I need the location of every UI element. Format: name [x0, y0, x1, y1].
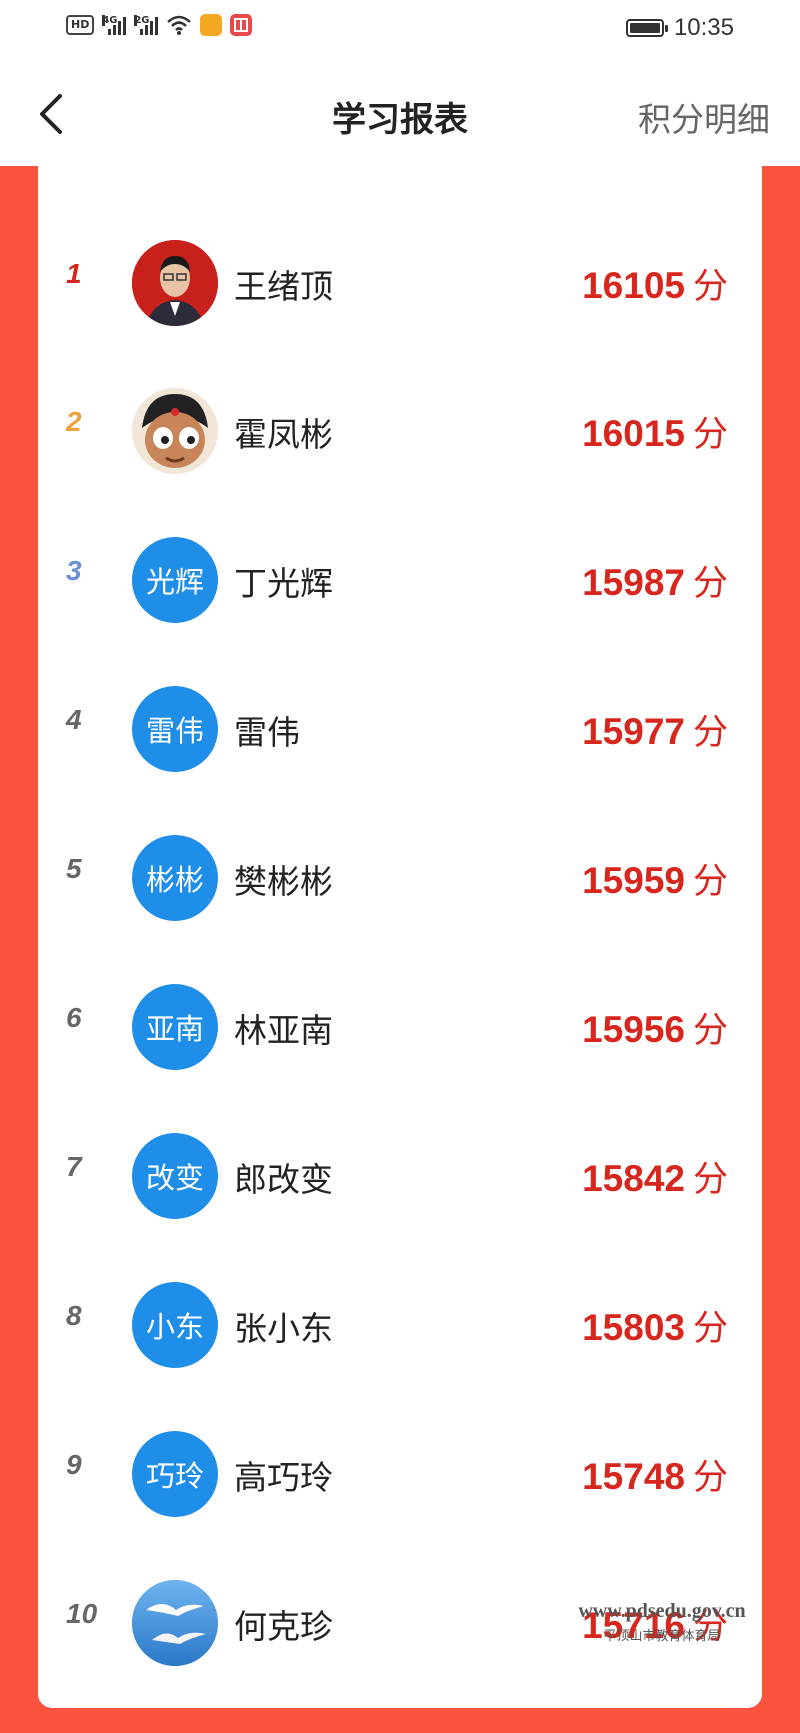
leaderboard-row[interactable]: 8 小东 张小东 15803 分	[38, 1250, 762, 1398]
rank-number: 3	[66, 555, 82, 586]
hd-badge: HD	[66, 15, 95, 35]
wifi-icon	[167, 15, 192, 35]
score-unit: 分	[692, 862, 728, 902]
score-unit: 分	[692, 713, 728, 753]
user-score: 15987 分	[582, 555, 728, 606]
score-value: 15842	[582, 1158, 685, 1199]
score-unit: 分	[692, 1309, 728, 1349]
user-name: 王绪顶	[234, 267, 333, 306]
user-name: 郎改变	[234, 1160, 333, 1199]
user-avatar[interactable]: 改变	[132, 1133, 218, 1219]
user-avatar[interactable]: 巧玲	[132, 1431, 218, 1517]
user-name: 张小东	[234, 1309, 333, 1348]
leaderboard-row[interactable]: 2 霍凤彬 16015 分	[38, 356, 762, 504]
watermark-org: 平顶山市教育体育局	[603, 1629, 721, 1644]
user-name: 林亚南	[234, 1011, 333, 1050]
clock: 10:35	[673, 14, 734, 41]
leaderboard-row[interactable]: 3 光辉 丁光辉 15987 分	[38, 505, 762, 653]
user-score: 15959 分	[582, 853, 728, 904]
rank-number: 10	[66, 1598, 98, 1629]
rank-number: 2	[66, 406, 82, 437]
user-score: 15977 分	[582, 704, 728, 755]
user-name: 霍凤彬	[234, 415, 333, 454]
score-value: 15748	[582, 1456, 685, 1497]
user-avatar[interactable]: 雷伟	[132, 686, 218, 772]
score-value: 16105	[582, 265, 685, 306]
user-score: 15956 分	[582, 1002, 728, 1053]
book-app-icon	[230, 14, 253, 36]
leaderboard-row[interactable]: 7 改变 郎改变 15842 分	[38, 1101, 762, 1249]
user-name: 何克珍	[234, 1607, 333, 1646]
score-value: 15803	[582, 1307, 685, 1348]
rank-number: 4	[66, 704, 82, 735]
leaderboard-card: 1 王绪顶 16105 分 2 霍凤彬 16015 分 3 光辉 丁光辉 15987 分 4 雷伟 雷伟 159…	[38, 166, 762, 1708]
user-name: 丁光辉	[234, 564, 333, 603]
leaderboard-row[interactable]: 1 王绪顶 16105 分	[38, 208, 762, 356]
rank-number: 1	[66, 258, 82, 289]
user-avatar[interactable]: 小东	[132, 1282, 218, 1368]
score-unit: 分	[692, 267, 728, 307]
status-icons-left: HD 4G 2G	[66, 14, 253, 36]
watermark-url: www.pdsedu.gov.cn	[578, 1600, 746, 1622]
rank-number: 8	[66, 1300, 82, 1331]
rank-number: 5	[66, 853, 82, 884]
leaderboard-row[interactable]: 4 雷伟 雷伟 15977 分	[38, 654, 762, 802]
score-value: 15959	[582, 860, 685, 901]
user-score: 15803 分	[582, 1300, 728, 1351]
user-avatar[interactable]: 光辉	[132, 537, 218, 623]
rank-number: 6	[66, 1002, 82, 1033]
user-name: 樊彬彬	[234, 862, 333, 901]
signal-icon-sim1: 4G	[102, 15, 127, 35]
score-unit: 分	[692, 1160, 728, 1200]
score-unit: 分	[692, 1458, 728, 1498]
user-name: 雷伟	[234, 713, 300, 752]
battery-icon	[625, 19, 668, 37]
leaderboard-row[interactable]: 6 亚南 林亚南 15956 分	[38, 952, 762, 1100]
user-name: 高巧玲	[234, 1458, 333, 1497]
nav-bar: 学习报表 积分明细	[0, 62, 800, 166]
score-value: 15987	[582, 562, 685, 603]
user-avatar[interactable]	[132, 240, 218, 326]
user-score: 16015 分	[582, 406, 728, 457]
score-unit: 分	[692, 1011, 728, 1051]
score-unit: 分	[692, 564, 728, 604]
user-score: 15748 分	[582, 1449, 728, 1500]
user-avatar[interactable]: 亚南	[132, 984, 218, 1070]
rank-number: 9	[66, 1449, 82, 1480]
user-avatar[interactable]	[132, 1580, 218, 1666]
user-score: 15842 分	[582, 1151, 728, 1202]
score-unit: 分	[692, 415, 728, 455]
user-score: 16105 分	[582, 258, 728, 309]
status-icons-right: 10:35	[625, 14, 734, 42]
signal-icon-sim2: 2G	[134, 15, 159, 35]
notification-app-icon	[200, 14, 223, 36]
points-detail-link[interactable]: 积分明细	[638, 93, 770, 141]
status-bar: HD 4G 2G 10:35	[0, 0, 800, 62]
score-value: 15956	[582, 1009, 685, 1050]
user-avatar[interactable]: 彬彬	[132, 835, 218, 921]
watermark: www.pdsedu.gov.cn 平顶山市教育体育局	[562, 1600, 762, 1644]
leaderboard-row[interactable]: 9 巧玲 高巧玲 15748 分	[38, 1399, 762, 1547]
user-avatar[interactable]	[132, 388, 218, 474]
score-value: 16015	[582, 413, 685, 454]
score-value: 15977	[582, 711, 685, 752]
leaderboard-row[interactable]: 5 彬彬 樊彬彬 15959 分	[38, 803, 762, 951]
rank-number: 7	[66, 1151, 82, 1182]
